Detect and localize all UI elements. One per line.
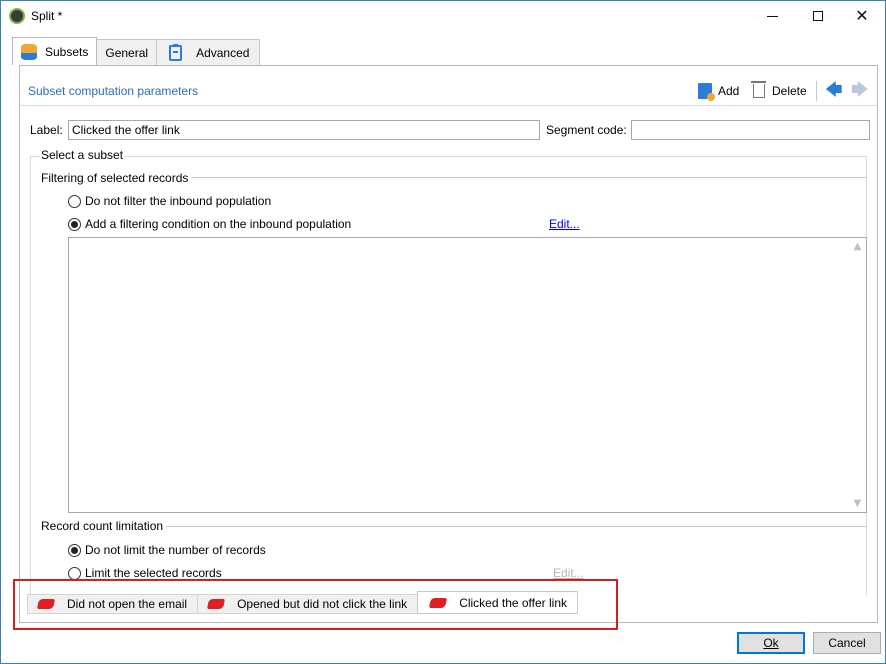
cancel-button[interactable]: Cancel [813, 632, 881, 654]
scrollbar[interactable]: ▲ ▼ [849, 238, 866, 512]
label-caption: Label: [30, 123, 63, 137]
radio-button [68, 566, 81, 580]
segment-code-input[interactable] [631, 120, 870, 140]
radio-button [68, 194, 81, 208]
minimize-icon [766, 15, 778, 17]
tab-label: Subsets [45, 44, 89, 59]
radio-button [68, 217, 81, 231]
panel-title: Subset computation parameters [28, 84, 199, 98]
subset-tab-clicked-offer[interactable]: Clicked the offer link [417, 591, 579, 614]
limitation-title: Record count limitation [41, 519, 167, 533]
toolbar-separator [816, 81, 817, 101]
subset-tab-label: Clicked the offer link [459, 595, 568, 610]
panel-header: Subset computation parameters Add Delete… [20, 76, 877, 106]
subset-tab-opened-not-clicked[interactable]: Opened but did not click the link [197, 594, 419, 614]
limit-records-radio[interactable]: Limit the selected records [68, 565, 222, 581]
maximize-button[interactable] [795, 1, 841, 31]
subset-tab-label: Opened but did not click the link [237, 597, 408, 611]
ticket-icon [207, 599, 226, 609]
dialog-tabs: Subsets General Advanced [12, 37, 261, 65]
ok-label: Ok [763, 636, 779, 650]
split-dialog: Split * ✕ Subsets General Advanced Subse… [0, 0, 886, 664]
radio-label: Add a filtering condition on the inbound… [85, 217, 352, 231]
scroll-down-icon[interactable]: ▼ [849, 495, 866, 512]
subset-tab-did-not-open[interactable]: Did not open the email [27, 594, 199, 614]
no-filter-radio[interactable]: Do not filter the inbound population [68, 193, 271, 209]
tab-advanced[interactable]: Advanced [156, 39, 261, 65]
tab-label: General [105, 45, 149, 60]
subsets-panel: Subset computation parameters Add Delete… [19, 65, 878, 623]
move-left-arrow-icon[interactable]: 🡄 [825, 80, 843, 100]
radio-label: Limit the selected records [85, 566, 222, 580]
ticket-icon [429, 597, 448, 608]
segment-code-caption: Segment code: [546, 123, 627, 137]
minimize-button[interactable] [749, 1, 795, 31]
add-label: Add [718, 84, 740, 98]
cancel-label: Cancel [828, 636, 866, 650]
maximize-icon [813, 11, 823, 21]
radio-label: Do not limit the number of records [85, 543, 266, 557]
filtering-title: Filtering of selected records [41, 171, 192, 185]
scroll-up-icon[interactable]: ▲ [849, 238, 866, 255]
ok-button[interactable]: Ok [737, 632, 805, 654]
clipboard-icon [169, 43, 183, 61]
delete-label: Delete [772, 84, 807, 98]
database-icon [21, 43, 37, 60]
close-button[interactable]: ✕ [839, 1, 885, 31]
ticket-icon [36, 599, 56, 609]
subset-tab-label: Did not open the email [67, 597, 188, 611]
tab-general[interactable]: General [96, 39, 158, 65]
subset-tabs: Did not open the email Opened but did no… [27, 591, 579, 615]
add-button[interactable]: Add [698, 81, 739, 101]
close-icon: ✕ [855, 6, 869, 25]
move-right-arrow-icon[interactable]: 🡆 [851, 80, 869, 100]
edit-filter-link[interactable]: Edit... [549, 217, 580, 231]
title-bar: Split * ✕ [1, 1, 885, 31]
radio-label: Do not filter the inbound population [85, 194, 272, 208]
no-limit-radio[interactable]: Do not limit the number of records [68, 542, 266, 558]
radio-button [68, 543, 81, 557]
add-filter-radio[interactable]: Add a filtering condition on the inbound… [68, 216, 351, 232]
filter-condition-area[interactable]: ▲ ▼ [68, 237, 867, 513]
window-title: Split * [31, 9, 63, 23]
tab-subsets[interactable]: Subsets [12, 37, 98, 65]
app-icon [9, 8, 25, 24]
trash-icon [751, 81, 766, 98]
select-subset-title: Select a subset [40, 148, 125, 162]
edit-limit-link: Edit... [553, 566, 584, 580]
tab-label: Advanced [196, 45, 250, 60]
add-icon [698, 83, 715, 101]
label-input[interactable]: Clicked the offer link [68, 120, 540, 140]
delete-button[interactable]: Delete [751, 81, 807, 101]
